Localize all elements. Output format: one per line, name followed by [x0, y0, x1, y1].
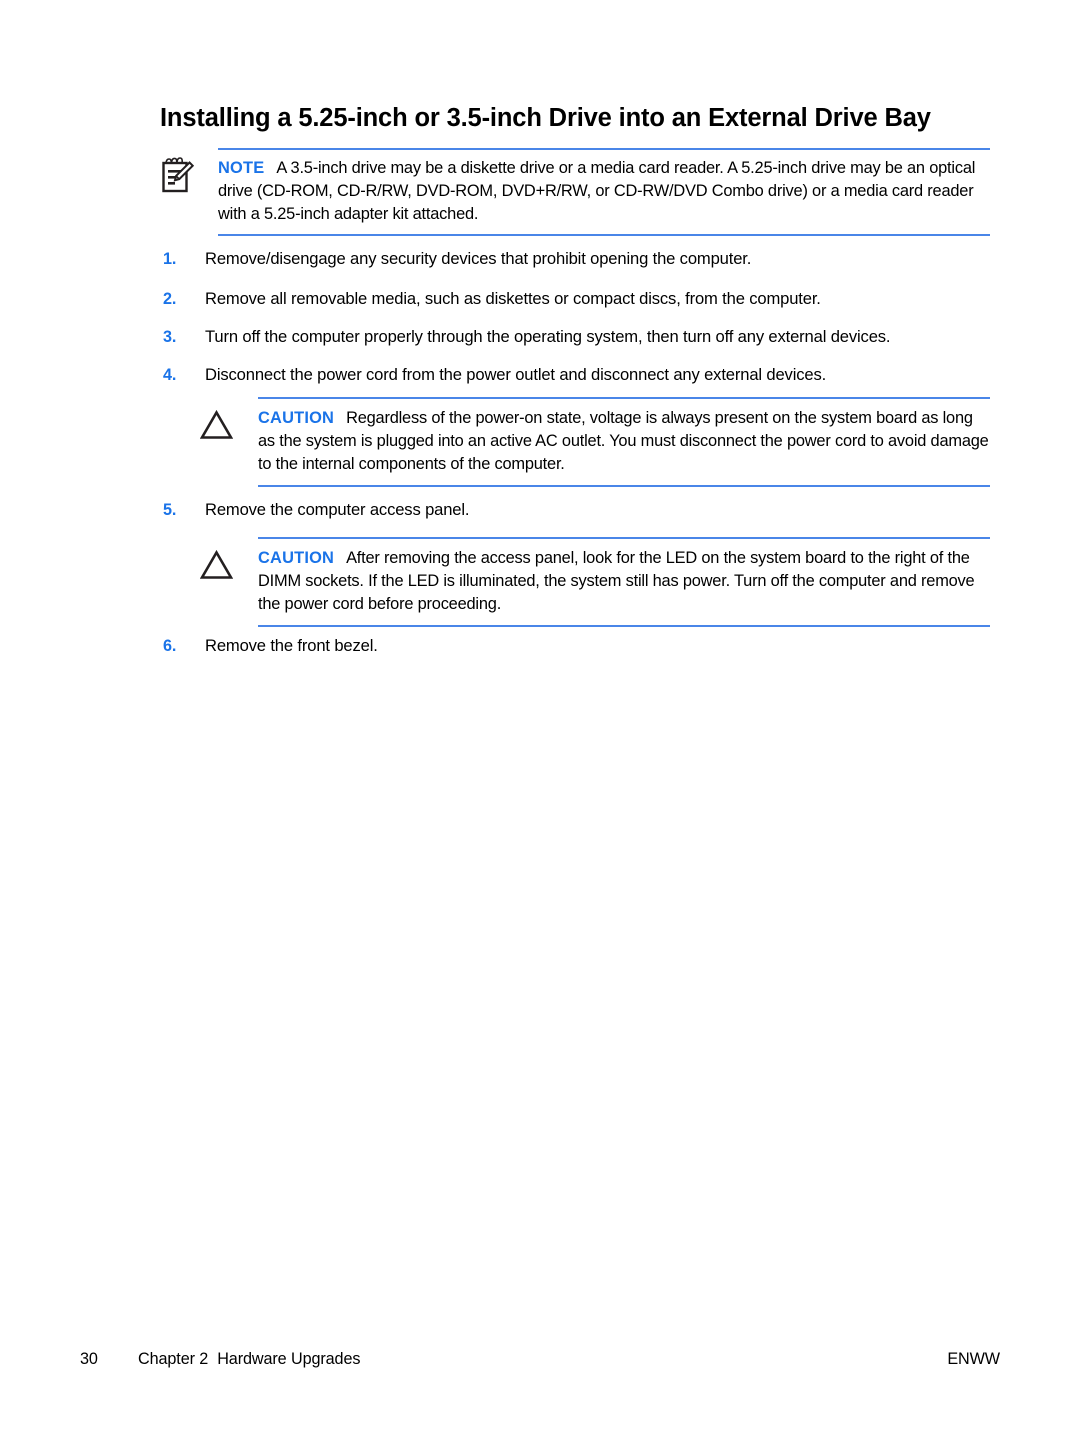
step-text: Remove the computer access panel. [205, 500, 470, 519]
caution-text: Regardless of the power-on state, voltag… [258, 409, 989, 474]
caution-body: CAUTION Regardless of the power-on state,… [200, 399, 990, 485]
warning-triangle-icon [200, 407, 258, 440]
step-item: 3. Turn off the computer properly throug… [163, 326, 1003, 348]
page-footer: 30 Chapter 2 Hardware Upgrades ENWW [80, 1350, 1000, 1369]
footer-chapter-number: Chapter 2 [138, 1350, 209, 1368]
note-text: A 3.5-inch drive may be a diskette drive… [218, 159, 976, 224]
footer-left-group: 30 Chapter 2 Hardware Upgrades [80, 1350, 360, 1369]
step-number: 2. [163, 290, 177, 308]
step-number: 3. [163, 328, 177, 346]
step-text: Remove all removable media, such as disk… [205, 289, 821, 308]
step-text: Disconnect the power cord from the power… [205, 365, 827, 384]
step-item: 2. Remove all removable media, such as d… [163, 288, 1003, 310]
note-label: NOTE [218, 159, 265, 177]
step-text: Remove/disengage any security devices th… [205, 249, 752, 268]
notepad-pencil-icon [160, 157, 218, 197]
note-text-block: NOTE A 3.5-inch drive may be a diskette d… [218, 157, 990, 227]
page-title: Installing a 5.25-inch or 3.5-inch Drive… [160, 104, 931, 132]
caution-text-block: CAUTION Regardless of the power-on state,… [258, 407, 990, 477]
caution-label: CAUTION [258, 409, 335, 427]
caution-admonition: CAUTION After removing the access panel, … [200, 537, 990, 627]
footer-chapter-title: Hardware Upgrades [217, 1350, 361, 1368]
step-item: 5. Remove the computer access panel. [163, 499, 1003, 521]
step-item: 4. Disconnect the power cord from the po… [163, 364, 1003, 386]
note-bottom-rule [218, 233, 990, 236]
caution-bottom-rule [258, 484, 990, 487]
note-body: NOTE A 3.5-inch drive may be a diskette d… [160, 150, 990, 234]
caution-admonition: CAUTION Regardless of the power-on state,… [200, 397, 990, 487]
caution-body: CAUTION After removing the access panel, … [200, 539, 990, 625]
footer-page-number: 30 [80, 1350, 98, 1368]
caution-label: CAUTION [258, 549, 335, 567]
step-text: Remove the front bezel. [205, 636, 378, 655]
document-page: Installing a 5.25-inch or 3.5-inch Drive… [0, 0, 1080, 1437]
warning-triangle-icon [200, 547, 258, 580]
caution-text: After removing the access panel, look fo… [258, 549, 975, 614]
step-number: 1. [163, 250, 177, 268]
step-number: 6. [163, 637, 177, 655]
note-admonition: NOTE A 3.5-inch drive may be a diskette d… [160, 148, 990, 236]
caution-bottom-rule [258, 624, 990, 627]
footer-locale: ENWW [947, 1350, 1000, 1368]
step-number: 4. [163, 366, 177, 384]
step-item: 6. Remove the front bezel. [163, 635, 1003, 657]
caution-text-block: CAUTION After removing the access panel, … [258, 547, 990, 617]
step-number: 5. [163, 501, 177, 519]
step-text: Turn off the computer properly through t… [205, 327, 891, 346]
step-item: 1. Remove/disengage any security devices… [163, 248, 1003, 270]
